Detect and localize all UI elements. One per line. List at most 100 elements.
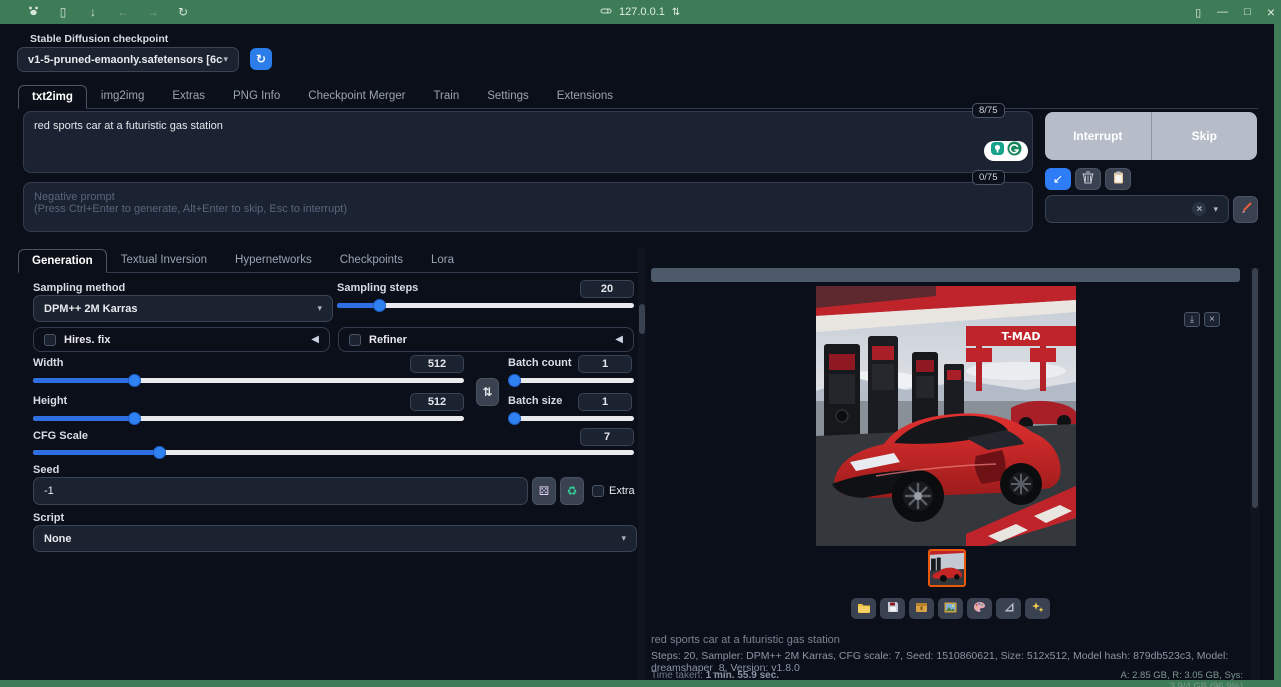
tab-generation[interactable]: Generation [18, 249, 107, 273]
save-image-button[interactable] [880, 598, 905, 619]
grammarly-extension-icon[interactable] [1007, 141, 1022, 161]
tab-lora[interactable]: Lora [417, 248, 468, 272]
open-folder-button[interactable] [851, 598, 876, 619]
collapse-arrow-icon[interactable]: ◀ [615, 334, 623, 345]
interrupt-button[interactable]: Interrupt [1045, 112, 1152, 160]
send-to-extras-button[interactable] [996, 598, 1021, 619]
batch-size-slider[interactable] [508, 416, 634, 421]
tab-checkpoint-merger[interactable]: Checkpoint Merger [294, 84, 419, 108]
refiner-checkbox[interactable] [349, 334, 361, 346]
close-button[interactable]: × [1267, 4, 1275, 20]
height-slider[interactable] [33, 416, 464, 421]
generated-image[interactable]: T-MAD [816, 286, 1076, 546]
styles-dropdown[interactable]: × ▾ [1045, 195, 1229, 223]
image-viewer: T-MAD [651, 284, 1247, 548]
sampling-method-label: Sampling method [33, 282, 125, 294]
tab-img2img[interactable]: img2img [87, 84, 158, 108]
negative-prompt-input[interactable] [23, 182, 1033, 232]
random-seed-button[interactable]: ⚄ [532, 477, 556, 505]
save-view-button[interactable]: ⤓ [1184, 312, 1200, 327]
script-dropdown[interactable]: None ▾ [33, 525, 637, 552]
paintbrush-icon [1239, 202, 1252, 218]
left-column-scrollbar[interactable] [638, 248, 646, 680]
tab-extensions[interactable]: Extensions [543, 84, 627, 108]
refresh-checkpoints-button[interactable]: ↻ [250, 48, 272, 70]
minimize-button[interactable]: — [1217, 6, 1228, 18]
url-text[interactable]: 127.0.0.1 [619, 6, 665, 18]
prompt-token-counter: 8/75 [972, 103, 1005, 118]
apply-styles-button[interactable] [1105, 168, 1131, 190]
tab-checkpoints[interactable]: Checkpoints [326, 248, 417, 272]
hires-fix-checkbox[interactable] [44, 334, 56, 346]
floppy-icon [887, 600, 899, 618]
tab-train[interactable]: Train [419, 84, 473, 108]
tab-txt2img[interactable]: txt2img [18, 85, 87, 109]
right-panel-scrollbar[interactable] [1250, 268, 1260, 680]
checkpoint-value: v1-5-pruned-emaonly.safetensors [6ce0161… [28, 54, 223, 66]
tab-extras[interactable]: Extras [158, 84, 219, 108]
batch-count-slider[interactable] [508, 378, 634, 383]
sampling-steps-slider[interactable] [337, 303, 634, 308]
memory-usage: A: 2.85 GB, R: 3.05 GB, Sys: 3.9/4 GB (9… [1118, 670, 1243, 687]
batch-size-input[interactable]: 1 [578, 393, 632, 411]
link-icon [600, 6, 612, 19]
browser-logo-icon[interactable] [20, 4, 46, 20]
gallery-thumbnail[interactable] [928, 549, 966, 587]
clear-prompt-button[interactable] [1075, 168, 1101, 190]
save-zip-button[interactable] [909, 598, 934, 619]
panel-icon[interactable]: ▯ [1195, 6, 1201, 19]
reload-icon[interactable]: ↻ [170, 5, 196, 19]
reuse-seed-button[interactable]: ♻ [560, 477, 584, 505]
tab-hypernetworks[interactable]: Hypernetworks [221, 248, 326, 272]
hires-fix-section[interactable]: Hires. fix ◀ [33, 327, 330, 352]
negative-token-counter: 0/75 [972, 170, 1005, 185]
refiner-section[interactable]: Refiner ◀ [338, 327, 634, 352]
webui-page: Stable Diffusion checkpoint v1-5-pruned-… [0, 24, 1274, 680]
cfg-scale-slider[interactable] [33, 450, 634, 455]
upscale-button[interactable] [1025, 598, 1050, 619]
width-label: Width [33, 357, 63, 369]
edit-styles-button[interactable] [1233, 196, 1258, 223]
seed-input[interactable]: -1 [33, 477, 528, 505]
prompt-input[interactable]: red sports car at a futuristic gas stati… [23, 111, 1033, 173]
send-to-inpaint-button[interactable] [967, 598, 992, 619]
clear-styles-icon[interactable]: × [1192, 202, 1206, 216]
main-tabs: txt2img img2img Extras PNG Info Checkpoi… [18, 84, 1258, 109]
extension-overlay [984, 141, 1028, 161]
width-input[interactable]: 512 [410, 355, 464, 373]
batch-count-input[interactable]: 1 [578, 355, 632, 373]
tune-icon[interactable]: ⇅ [672, 7, 680, 18]
downloads-icon[interactable]: ↓ [80, 5, 106, 19]
trash-icon [1082, 171, 1094, 187]
palette-icon [973, 600, 986, 618]
sidebar-toggle-icon[interactable]: ▯ [50, 5, 76, 19]
width-slider[interactable] [33, 378, 464, 383]
swap-dimensions-button[interactable]: ⇅ [476, 378, 499, 406]
forward-icon[interactable]: → [140, 5, 166, 19]
tab-textual-inversion[interactable]: Textual Inversion [107, 248, 221, 272]
ruler-icon [1003, 600, 1015, 618]
tab-settings[interactable]: Settings [473, 84, 543, 108]
collapse-arrow-icon[interactable]: ◀ [311, 334, 319, 345]
close-view-button[interactable]: × [1204, 312, 1220, 327]
stop-buttons: Interrupt Skip [1045, 112, 1257, 160]
browser-titlebar: ▯ ↓ ← → ↻ 127.0.0.1 ⇅ ▯ — □ × [0, 0, 1281, 24]
skip-button[interactable]: Skip [1152, 112, 1258, 160]
output-caption[interactable]: red sports car at a futuristic gas stati… [651, 634, 840, 646]
batch-count-label: Batch count [508, 357, 572, 369]
cfg-scale-input[interactable]: 7 [580, 428, 634, 446]
extra-seed-checkbox[interactable] [592, 485, 604, 497]
back-icon[interactable]: ← [110, 5, 136, 19]
sampling-steps-input[interactable]: 20 [580, 280, 634, 298]
checkpoint-dropdown[interactable]: v1-5-pruned-emaonly.safetensors [6ce0161… [17, 47, 239, 72]
height-input[interactable]: 512 [410, 393, 464, 411]
maximize-button[interactable]: □ [1244, 6, 1251, 18]
paste-params-button[interactable]: ↙ [1045, 168, 1071, 190]
folder-icon [857, 600, 871, 618]
lightbulb-extension-icon[interactable] [990, 141, 1005, 161]
send-to-img2img-button[interactable] [938, 598, 963, 619]
height-label: Height [33, 395, 67, 407]
svg-text:T-MAD: T-MAD [1001, 330, 1040, 343]
tab-png-info[interactable]: PNG Info [219, 84, 294, 108]
sampling-method-dropdown[interactable]: DPM++ 2M Karras ▾ [33, 295, 333, 322]
